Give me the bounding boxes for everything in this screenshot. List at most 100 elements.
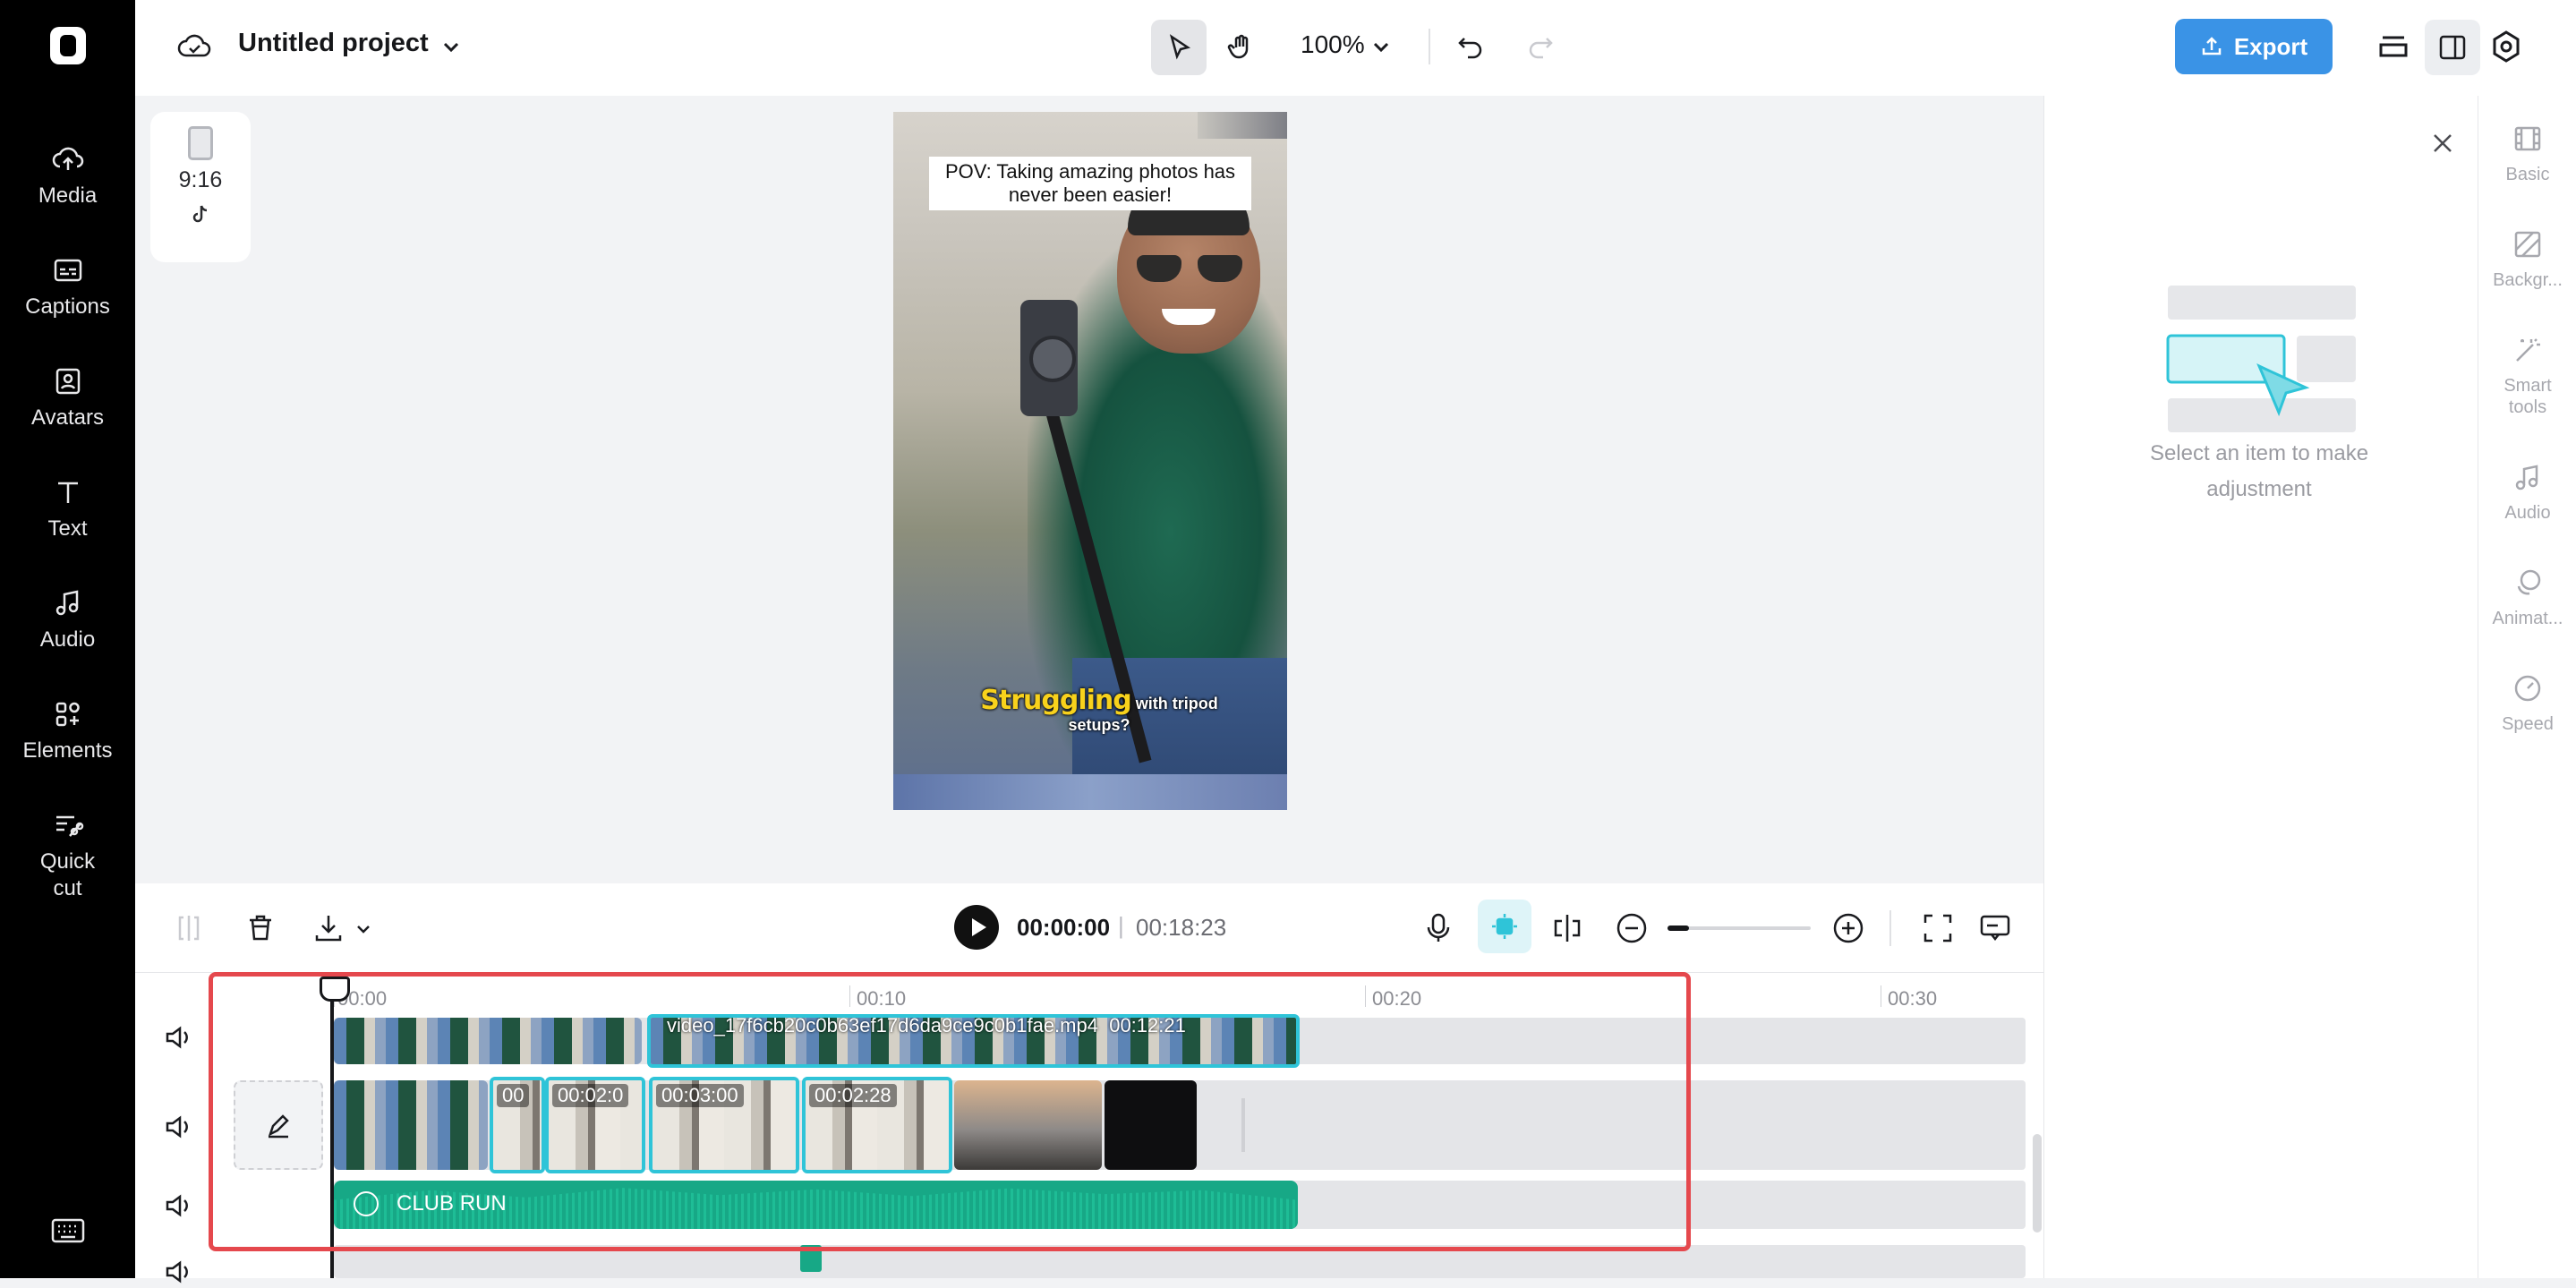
zoom-in-icon[interactable] bbox=[1830, 910, 1866, 946]
phone-icon bbox=[188, 126, 213, 160]
divider bbox=[1889, 910, 1891, 946]
select-tool-button[interactable] bbox=[1151, 20, 1207, 75]
select-item-illustration bbox=[2166, 286, 2356, 432]
properties-panel: Select an item to make adjustment bbox=[2043, 96, 2478, 1278]
sidebar-item-quick-cut[interactable]: Quick cut bbox=[0, 807, 135, 902]
aspect-ratio-card[interactable]: 9:16 bbox=[150, 112, 251, 262]
sidebar-item-label: Text bbox=[47, 516, 88, 541]
speaker-icon[interactable] bbox=[162, 1190, 194, 1222]
caption-highlight-word: Struggling bbox=[980, 685, 1131, 716]
caption-top[interactable]: POV: Taking amazing photos has never bee… bbox=[929, 157, 1251, 210]
video-preview[interactable]: POV: Taking amazing photos has never bee… bbox=[893, 112, 1287, 810]
caption-bottom[interactable]: Struggling with tripod setups? bbox=[956, 685, 1242, 735]
cloud-saved-icon bbox=[177, 34, 211, 57]
phone-mount bbox=[1020, 300, 1078, 416]
microphone-icon[interactable] bbox=[1420, 910, 1456, 946]
timeline-zoom-slider[interactable] bbox=[1668, 925, 1811, 931]
music-note-icon bbox=[55, 590, 78, 616]
tool-label: Backgr... bbox=[2493, 270, 2563, 290]
play-button[interactable] bbox=[954, 905, 999, 950]
captions-icon bbox=[54, 259, 81, 282]
download-chevron-icon[interactable] bbox=[354, 919, 373, 939]
music-note-icon bbox=[2515, 465, 2538, 490]
film-icon bbox=[2514, 126, 2541, 151]
preview-corner bbox=[1198, 112, 1287, 139]
sunglasses bbox=[1137, 255, 1242, 284]
export-button[interactable]: Export bbox=[2175, 19, 2333, 74]
zoom-level[interactable]: 100% bbox=[1301, 30, 1365, 59]
sidebar-item-label: Avatars bbox=[31, 405, 104, 430]
sidebar-panel-icon bbox=[2439, 35, 2466, 60]
settings-icon[interactable] bbox=[2489, 30, 2523, 64]
project-title[interactable]: Untitled project bbox=[238, 29, 429, 58]
sidebar-item-label: Quick cut bbox=[39, 849, 96, 900]
sidebar-item-audio[interactable]: Audio bbox=[0, 585, 135, 653]
background-icon bbox=[2514, 231, 2541, 258]
highlight-annotation bbox=[209, 972, 1691, 1251]
keyboard-icon[interactable] bbox=[50, 1217, 86, 1244]
preview-bottom-strip bbox=[893, 774, 1287, 810]
tool-animation[interactable]: Animat... bbox=[2478, 567, 2576, 629]
split-clip-icon[interactable] bbox=[1549, 910, 1585, 946]
tool-smart-tools[interactable]: Smart tools bbox=[2478, 334, 2576, 418]
hand-tool-button[interactable] bbox=[1213, 20, 1268, 75]
chevron-down-icon[interactable] bbox=[439, 36, 463, 59]
tool-label: Basic bbox=[2505, 165, 2550, 184]
sidebar-item-captions[interactable]: Captions bbox=[0, 252, 135, 320]
subtitles-icon[interactable] bbox=[1977, 910, 2013, 946]
avatar-icon bbox=[55, 368, 80, 395]
aspect-ratio-label: 9:16 bbox=[178, 167, 223, 192]
zoom-out-icon[interactable] bbox=[1614, 910, 1650, 946]
empty-state-text: Select an item to make adjustment bbox=[2149, 441, 2369, 501]
fullscreen-icon[interactable] bbox=[1920, 910, 1956, 946]
sidebar-item-elements[interactable]: Elements bbox=[0, 696, 135, 764]
delete-icon[interactable] bbox=[243, 910, 278, 946]
tool-audio[interactable]: Audio bbox=[2478, 461, 2576, 524]
tool-basic[interactable]: Basic bbox=[2478, 123, 2576, 185]
divider bbox=[1429, 29, 1430, 64]
pointer-icon bbox=[1169, 34, 1191, 60]
sidebar-item-media[interactable]: Media bbox=[0, 141, 135, 209]
speaker-icon[interactable] bbox=[162, 1256, 194, 1288]
tool-label: Animat... bbox=[2492, 609, 2563, 628]
total-time: 00:18:23 bbox=[1136, 914, 1227, 941]
speaker-icon[interactable] bbox=[162, 1111, 194, 1143]
tool-label: Speed bbox=[2502, 714, 2554, 734]
tool-label: Smart tools bbox=[2503, 376, 2552, 417]
sidebar-item-label: Audio bbox=[39, 627, 96, 652]
ruler-label: 00:30 bbox=[1888, 987, 1938, 1010]
sidebar-item-label: Captions bbox=[25, 294, 110, 319]
download-icon[interactable] bbox=[311, 910, 346, 946]
sidebar-item-avatars[interactable]: Avatars bbox=[0, 363, 135, 431]
top-bar: Untitled project 100% Export bbox=[135, 0, 2576, 96]
split-icon[interactable] bbox=[171, 910, 207, 946]
layers-icon[interactable] bbox=[2376, 29, 2411, 64]
redo-icon[interactable] bbox=[1525, 31, 1556, 62]
elements-icon bbox=[55, 702, 80, 727]
animation-icon bbox=[2517, 569, 2541, 595]
magnet-icon bbox=[1492, 914, 1517, 939]
upload-icon bbox=[2202, 37, 2222, 55]
right-tool-rail: Basic Backgr... Smart tools Audio Animat… bbox=[2478, 96, 2576, 1278]
sidebar-item-label: Media bbox=[38, 183, 98, 208]
close-icon[interactable] bbox=[2429, 130, 2456, 157]
smile bbox=[1162, 309, 1215, 325]
left-sidebar: Media Captions Avatars Text Audio Elemen… bbox=[0, 0, 135, 1278]
export-label: Export bbox=[2233, 32, 2308, 60]
zoom-chevron-down-icon[interactable] bbox=[1370, 36, 1392, 57]
tiktok-icon bbox=[192, 205, 208, 223]
undo-icon[interactable] bbox=[1455, 31, 1486, 62]
tool-background[interactable]: Backgr... bbox=[2478, 228, 2576, 291]
quick-cut-icon bbox=[55, 815, 83, 837]
timeline-scrollbar[interactable] bbox=[2033, 1134, 2042, 1233]
cloud-upload-icon bbox=[52, 147, 83, 170]
app-logo[interactable] bbox=[50, 27, 86, 64]
panel-toggle-button[interactable] bbox=[2425, 20, 2480, 75]
snap-toggle-button[interactable] bbox=[1478, 900, 1531, 953]
time-separator: | bbox=[1118, 912, 1124, 939]
speedometer-icon bbox=[2514, 675, 2541, 702]
text-icon bbox=[57, 482, 78, 503]
speaker-icon[interactable] bbox=[162, 1021, 194, 1053]
tool-speed[interactable]: Speed bbox=[2478, 672, 2576, 735]
sidebar-item-text[interactable]: Text bbox=[0, 474, 135, 542]
